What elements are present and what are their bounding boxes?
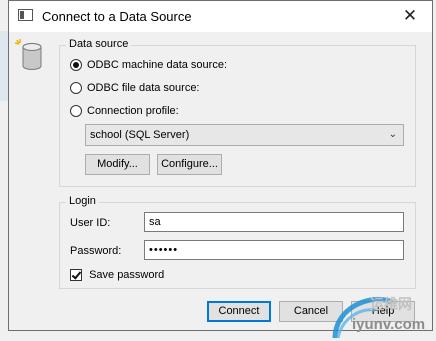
data-source-group: Data source ODBC machine data source: OD… [59,38,416,187]
radio-odbc-file-indicator[interactable] [70,82,82,94]
user-id-label: User ID: [70,217,111,229]
radio-odbc-machine[interactable]: ODBC machine data source: [70,59,227,71]
radio-odbc-machine-indicator[interactable] [70,59,82,71]
profile-dropdown-value: school (SQL Server) [90,129,190,141]
connect-button[interactable]: Connect [207,301,271,322]
radio-connection-profile-indicator[interactable] [70,105,82,117]
close-button[interactable]: ✕ [398,5,422,27]
title-bar: Connect to a Data Source ✕ [9,1,432,32]
save-password-label: Save password [89,269,165,281]
password-input[interactable]: •••••• [144,240,404,260]
watermark-chinese-text: 运维网 [370,296,412,312]
configure-button[interactable]: Configure... [157,154,222,175]
login-group: Login User ID: sa Password: •••••• Save … [59,195,416,289]
save-password-checkbox[interactable]: Save password [70,269,165,282]
user-id-input[interactable]: sa [144,212,404,232]
radio-odbc-file-label: ODBC file data source: [87,82,200,94]
window-app-icon [18,9,33,21]
radio-odbc-machine-label: ODBC machine data source: [87,59,228,71]
radio-connection-profile[interactable]: Connection profile: [70,105,179,117]
chevron-down-icon: ⌄ [388,129,397,140]
password-label: Password: [70,245,122,257]
modify-button[interactable]: Modify... [85,154,150,175]
data-source-group-label: Data source [66,38,132,50]
login-group-label: Login [66,195,99,207]
window-title: Connect to a Data Source [42,9,192,24]
close-icon: ✕ [402,6,418,25]
profile-dropdown[interactable]: school (SQL Server) ⌄ [85,124,404,146]
save-password-check-indicator[interactable] [70,269,82,282]
radio-odbc-file[interactable]: ODBC file data source: [70,82,200,94]
site-watermark: 运维网 iyunv.com [330,288,436,341]
radio-connection-profile-label: Connection profile: [87,105,179,117]
connect-data-source-dialog: Connect to a Data Source ✕ Data source O… [8,0,433,331]
watermark-url-text: iyunv.com [352,316,426,333]
database-icon [14,39,42,70]
